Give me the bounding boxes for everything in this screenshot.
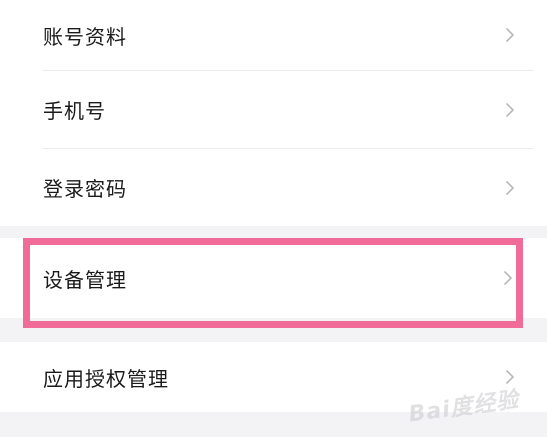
settings-item-label: 应用授权管理 bbox=[43, 366, 169, 391]
section-gap bbox=[0, 226, 547, 238]
settings-item-label: 登录密码 bbox=[43, 177, 127, 201]
settings-item-login-password[interactable]: 登录密码 bbox=[23, 149, 534, 226]
settings-item-label: 账号资料 bbox=[43, 24, 127, 49]
chevron-right-icon bbox=[504, 101, 516, 119]
account-settings-group: 账号资料 手机号 登录密码 bbox=[23, 0, 534, 226]
highlight-box bbox=[23, 238, 523, 328]
settings-item-account-profile[interactable]: 账号资料 bbox=[23, 0, 534, 70]
chevron-right-icon bbox=[504, 26, 516, 44]
settings-item-phone[interactable]: 手机号 bbox=[23, 71, 534, 148]
settings-item-label: 手机号 bbox=[43, 99, 106, 123]
chevron-right-icon bbox=[504, 179, 516, 197]
